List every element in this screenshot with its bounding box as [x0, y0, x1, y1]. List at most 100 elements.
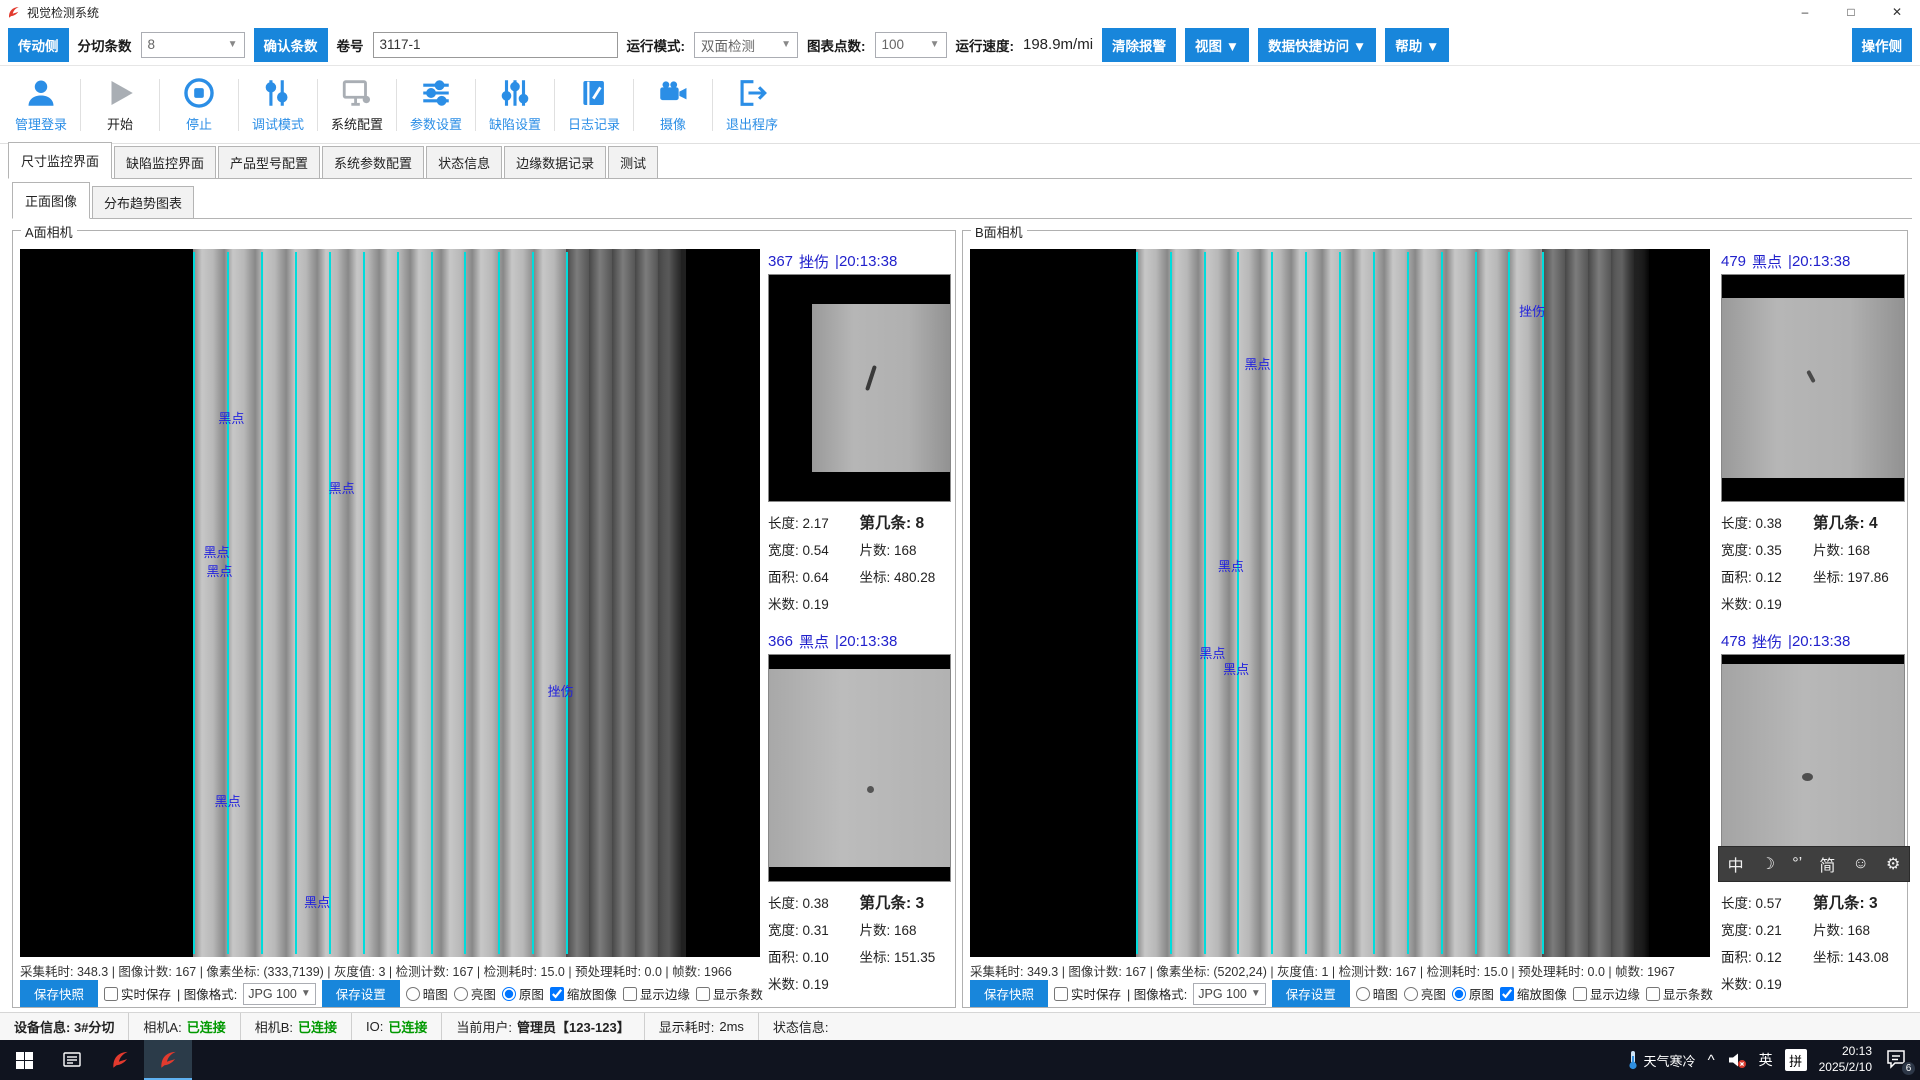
defect-type: 黑点	[799, 631, 829, 652]
defect-id: 478	[1721, 633, 1746, 650]
save-snapshot-button[interactable]: 保存快照	[20, 980, 98, 1007]
tab-1[interactable]: 尺寸监控界面	[8, 142, 112, 179]
defect-label: 挫伤	[548, 681, 574, 700]
defect-card-478[interactable]: 478挫伤|20:13:38长度: 0.57第几条: 3宽度: 0.21片数: …	[1721, 629, 1905, 996]
defect-label: 黑点	[204, 542, 230, 561]
tab-5[interactable]: 状态信息	[426, 146, 502, 178]
defect-card-header: 479黑点|20:13:38	[1721, 249, 1905, 274]
camera-a-title: A面相机	[21, 222, 77, 241]
ime-language-indicator[interactable]: 英	[1759, 1050, 1773, 1070]
defect-label: 黑点	[304, 892, 330, 911]
stop-button[interactable]: 停止	[162, 76, 236, 133]
slit-count-select[interactable]: 8▼	[141, 32, 245, 58]
admin-login-button[interactable]: 管理登录	[4, 76, 78, 133]
strip-edge-line	[1305, 252, 1307, 954]
defect-thumbnail	[768, 274, 951, 502]
operate-side-button[interactable]: 操作侧	[1852, 28, 1913, 62]
debug-mode-button[interactable]: 调试模式	[241, 76, 315, 133]
image-format-select[interactable]: JPG 100▼	[243, 983, 316, 1005]
realtime-save-checkbox[interactable]: 实时保存	[104, 984, 171, 1003]
taskbar-app-inspection-active[interactable]	[144, 1040, 192, 1080]
zoom-image-checkbox[interactable]: 缩放图像	[1500, 984, 1567, 1003]
tab-2[interactable]: 缺陷监控界面	[114, 146, 216, 178]
tab-4[interactable]: 系统参数配置	[322, 146, 424, 178]
notification-center-button[interactable]: 6	[1884, 1047, 1910, 1073]
show-count-checkbox[interactable]: 显示条数	[1646, 984, 1713, 1003]
log-record-button[interactable]: 日志记录	[557, 76, 631, 133]
help-menu-button[interactable]: 帮助 ▼	[1385, 28, 1449, 62]
tray-expand-chevron-icon[interactable]: ^	[1708, 1052, 1715, 1069]
stat-meters: 米数: 0.19	[1721, 593, 1813, 613]
drive-side-button[interactable]: 传动侧	[8, 28, 69, 62]
task-view-button[interactable]	[48, 1040, 96, 1080]
clear-alarm-button[interactable]: 清除报警	[1102, 28, 1176, 62]
ime-simplified-icon[interactable]: 简	[1819, 852, 1835, 876]
subtab-2[interactable]: 分布趋势图表	[92, 186, 194, 218]
subtab-1[interactable]: 正面图像	[12, 182, 90, 219]
close-button[interactable]: ✕	[1874, 0, 1920, 24]
dark-image-radio[interactable]: 暗图	[406, 984, 448, 1003]
bright-image-radio[interactable]: 亮图	[1404, 984, 1446, 1003]
roll-number-input[interactable]	[373, 32, 618, 58]
app-logo-icon	[157, 1049, 179, 1071]
maximize-button[interactable]: □	[1828, 0, 1874, 24]
camera-b-image[interactable]: 挫伤黑点黑点黑点黑点	[970, 249, 1710, 957]
zoom-image-checkbox[interactable]: 缩放图像	[550, 984, 617, 1003]
stat-coord: 坐标: 480.28	[860, 566, 952, 586]
thumbnail-strip-area	[1722, 298, 1904, 479]
realtime-save-checkbox[interactable]: 实时保存	[1054, 984, 1121, 1003]
bright-image-radio[interactable]: 亮图	[454, 984, 496, 1003]
view-menu-button[interactable]: 视图 ▼	[1185, 28, 1249, 62]
data-quick-access-menu-button[interactable]: 数据快捷访问 ▼	[1258, 28, 1376, 62]
chevron-down-icon: ▼	[1251, 988, 1261, 999]
camera-a-image[interactable]: 黑点黑点黑点黑点挫伤黑点黑点	[20, 249, 760, 957]
dark-image-radio[interactable]: 暗图	[1356, 984, 1398, 1003]
defect-card-367[interactable]: 367挫伤|20:13:38长度: 2.17第几条: 8宽度: 0.54片数: …	[768, 249, 951, 616]
defect-card-header: 478挫伤|20:13:38	[1721, 629, 1905, 654]
system-tray: 天气寒冷 ^ 英 拼 20:13 2025/2/10 6	[1626, 1044, 1920, 1075]
save-settings-button[interactable]: 保存设置	[1272, 980, 1350, 1007]
exit-program-button[interactable]: 退出程序	[715, 76, 789, 133]
volume-muted-icon[interactable]	[1727, 1051, 1747, 1069]
ime-emoji-icon[interactable]: ☺	[1853, 855, 1869, 873]
show-edge-checkbox[interactable]: 显示边缘	[623, 984, 690, 1003]
chart-points-select[interactable]: 100▼	[875, 32, 947, 58]
taskbar-app-inspection[interactable]	[96, 1040, 144, 1080]
start-button[interactable]: 开始	[83, 76, 157, 133]
original-image-radio[interactable]: 原图	[1452, 984, 1494, 1003]
minimize-button[interactable]: –	[1782, 0, 1828, 24]
confirm-count-button[interactable]: 确认条数	[254, 28, 328, 62]
ime-settings-gear-icon[interactable]: ⚙	[1886, 854, 1900, 874]
defect-card-366[interactable]: 366黑点|20:13:38长度: 0.38第几条: 3宽度: 0.31片数: …	[768, 629, 951, 996]
defect-settings-button[interactable]: 缺陷设置	[478, 76, 552, 133]
run-mode-select[interactable]: 双面检测▼	[694, 32, 798, 58]
ime-mode-chinese[interactable]: 中	[1728, 852, 1744, 876]
defect-label: 黑点	[1218, 556, 1244, 575]
clock[interactable]: 20:13 2025/2/10	[1819, 1044, 1872, 1075]
defect-label: 黑点	[218, 408, 244, 427]
params-sliders-icon	[419, 76, 453, 110]
show-count-checkbox[interactable]: 显示条数	[696, 984, 763, 1003]
original-image-radio[interactable]: 原图	[502, 984, 544, 1003]
start-button[interactable]	[0, 1040, 48, 1080]
tab-6[interactable]: 边缘数据记录	[504, 146, 606, 178]
tab-7[interactable]: 测试	[608, 146, 658, 178]
ime-pinyin-badge[interactable]: 拼	[1785, 1049, 1807, 1071]
ime-punctuation-icon[interactable]: °’	[1792, 855, 1802, 873]
strip-edge-line	[329, 252, 331, 954]
system-config-button[interactable]: 系统配置	[320, 76, 394, 133]
defect-card-479[interactable]: 479黑点|20:13:38长度: 0.38第几条: 4宽度: 0.35片数: …	[1721, 249, 1905, 616]
ime-halfwidth-icon[interactable]: ☽	[1761, 854, 1775, 874]
stat-area: 面积: 0.12	[1721, 946, 1813, 966]
stat-pieces: 片数: 168	[1813, 539, 1905, 559]
weather-widget[interactable]: 天气寒冷	[1626, 1050, 1696, 1070]
tab-3[interactable]: 产品型号配置	[218, 146, 320, 178]
save-settings-button[interactable]: 保存设置	[322, 980, 400, 1007]
params-settings-button[interactable]: 参数设置	[399, 76, 473, 133]
show-edge-checkbox[interactable]: 显示边缘	[1573, 984, 1640, 1003]
capture-button[interactable]: 摄像	[636, 76, 710, 133]
defect-label: 黑点	[206, 561, 232, 580]
image-format-select[interactable]: JPG 100▼	[1193, 983, 1266, 1005]
app-logo-icon	[109, 1049, 131, 1071]
save-snapshot-button[interactable]: 保存快照	[970, 980, 1048, 1007]
